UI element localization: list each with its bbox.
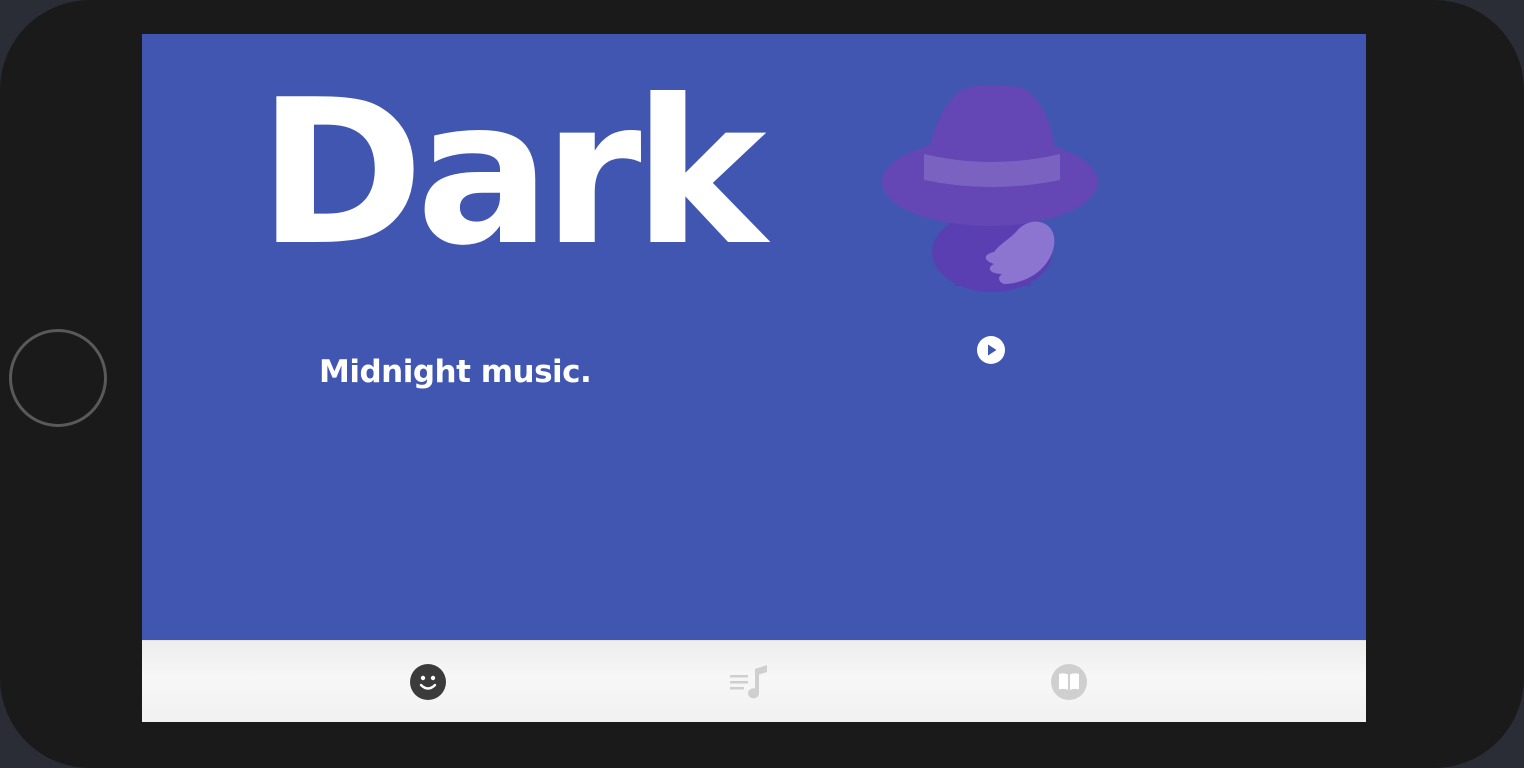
page-title: Dark <box>258 57 767 290</box>
detective-hat-icon <box>882 84 1102 299</box>
device-frame: Dark Midnight music. <box>0 0 1524 768</box>
tab-playlist[interactable] <box>729 663 767 701</box>
play-icon <box>988 344 997 356</box>
book-icon <box>1051 664 1087 700</box>
play-button[interactable] <box>977 336 1005 364</box>
page-subtitle: Midnight music. <box>319 354 592 390</box>
playlist-music-icon <box>730 665 767 699</box>
tab-library[interactable] <box>1050 663 1088 701</box>
tab-bar <box>142 640 1366 722</box>
tab-home[interactable] <box>409 663 447 701</box>
home-button[interactable] <box>9 329 107 427</box>
app-screen: Dark Midnight music. <box>142 34 1366 722</box>
smiley-icon <box>410 664 446 700</box>
